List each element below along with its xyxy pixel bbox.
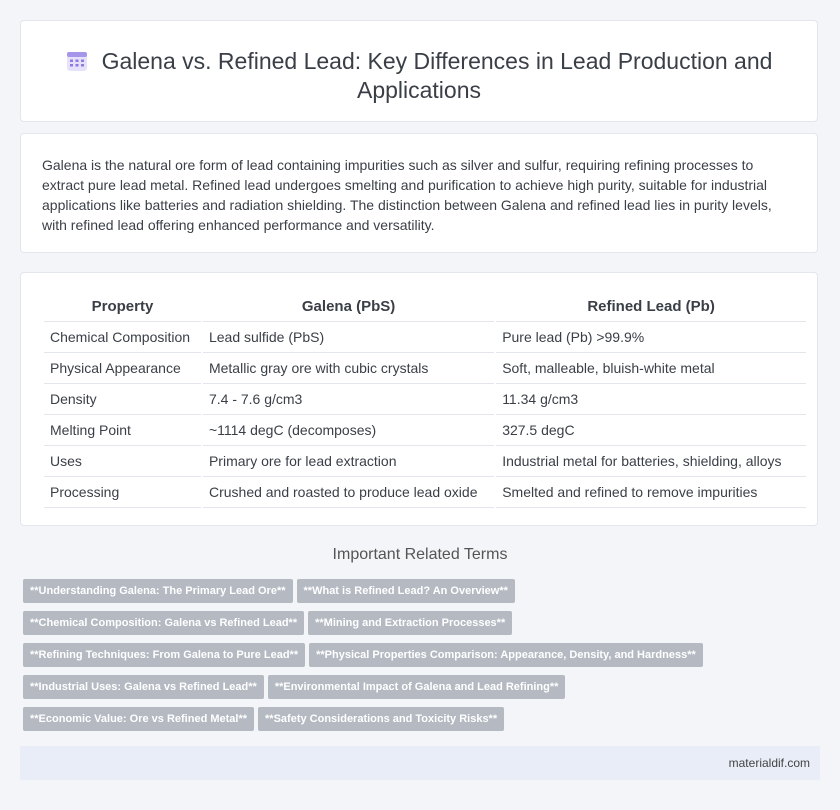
table-row: Uses Primary ore for lead extraction Ind… <box>44 446 806 477</box>
term-tag[interactable]: **Physical Properties Comparison: Appear… <box>309 643 703 667</box>
table-cell: 327.5 degC <box>496 415 806 446</box>
table-cell: Smelted and refined to remove impurities <box>496 477 806 508</box>
intro-card: Galena is the natural ore form of lead c… <box>20 133 818 253</box>
table-cell: Crushed and roasted to produce lead oxid… <box>202 477 495 508</box>
column-header: Property <box>44 291 201 322</box>
term-tag[interactable]: **Refining Techniques: From Galena to Pu… <box>23 643 306 667</box>
term-tag[interactable]: **What is Refined Lead? An Overview** <box>296 579 515 603</box>
table-cell: 7.4 - 7.6 g/cm3 <box>202 384 495 415</box>
table-header-row: Property Galena (PbS) Refined Lead (Pb) <box>44 291 806 322</box>
table-cell: Processing <box>44 477 201 508</box>
table-cell: Primary ore for lead extraction <box>202 446 495 477</box>
table-cell: Industrial metal for batteries, shieldin… <box>496 446 806 477</box>
column-header: Refined Lead (Pb) <box>496 291 806 322</box>
table-cell: Melting Point <box>44 415 201 446</box>
column-header: Galena (PbS) <box>202 291 495 322</box>
footer: materialdif.com <box>20 746 820 780</box>
table-row: Chemical Composition Lead sulfide (PbS) … <box>44 322 806 353</box>
title-text: Galena vs. Refined Lead: Key Differences… <box>101 48 773 103</box>
intro-paragraph: Galena is the natural ore form of lead c… <box>42 157 772 233</box>
table-cell: Uses <box>44 446 201 477</box>
term-tag[interactable]: **Environmental Impact of Galena and Lea… <box>267 675 566 699</box>
term-tag[interactable]: **Industrial Uses: Galena vs Refined Lea… <box>23 675 264 699</box>
table-row: Density 7.4 - 7.6 g/cm3 11.34 g/cm3 <box>44 384 806 415</box>
footer-site-link[interactable]: materialdif.com <box>729 756 810 770</box>
calendar-grid-icon <box>66 52 87 71</box>
term-tag[interactable]: **Mining and Extraction Processes** <box>308 611 513 635</box>
term-tag[interactable]: **Understanding Galena: The Primary Lead… <box>23 579 293 603</box>
page-title: Galena vs. Refined Lead: Key Differences… <box>21 47 817 105</box>
table-cell: Metallic gray ore with cubic crystals <box>202 353 495 384</box>
header-card: Galena vs. Refined Lead: Key Differences… <box>20 20 818 122</box>
comparison-table-card: Property Galena (PbS) Refined Lead (Pb) … <box>20 272 818 526</box>
comparison-table: Property Galena (PbS) Refined Lead (Pb) … <box>42 291 808 508</box>
term-tag[interactable]: **Safety Considerations and Toxicity Ris… <box>258 707 505 731</box>
related-terms-list: **Understanding Galena: The Primary Lead… <box>23 579 813 739</box>
table-cell: Lead sulfide (PbS) <box>202 322 495 353</box>
table-cell: 11.34 g/cm3 <box>496 384 806 415</box>
table-cell: Pure lead (Pb) >99.9% <box>496 322 806 353</box>
table-cell: ~1114 degC (decomposes) <box>202 415 495 446</box>
table-cell: Soft, malleable, bluish-white metal <box>496 353 806 384</box>
table-cell: Chemical Composition <box>44 322 201 353</box>
related-terms-heading: Important Related Terms <box>332 546 508 563</box>
table-row: Physical Appearance Metallic gray ore wi… <box>44 353 806 384</box>
table-cell: Physical Appearance <box>44 353 201 384</box>
table-row: Melting Point ~1114 degC (decomposes) 32… <box>44 415 806 446</box>
table-cell: Density <box>44 384 201 415</box>
term-tag[interactable]: **Economic Value: Ore vs Refined Metal** <box>23 707 255 731</box>
table-row: Processing Crushed and roasted to produc… <box>44 477 806 508</box>
term-tag[interactable]: **Chemical Composition: Galena vs Refine… <box>23 611 305 635</box>
